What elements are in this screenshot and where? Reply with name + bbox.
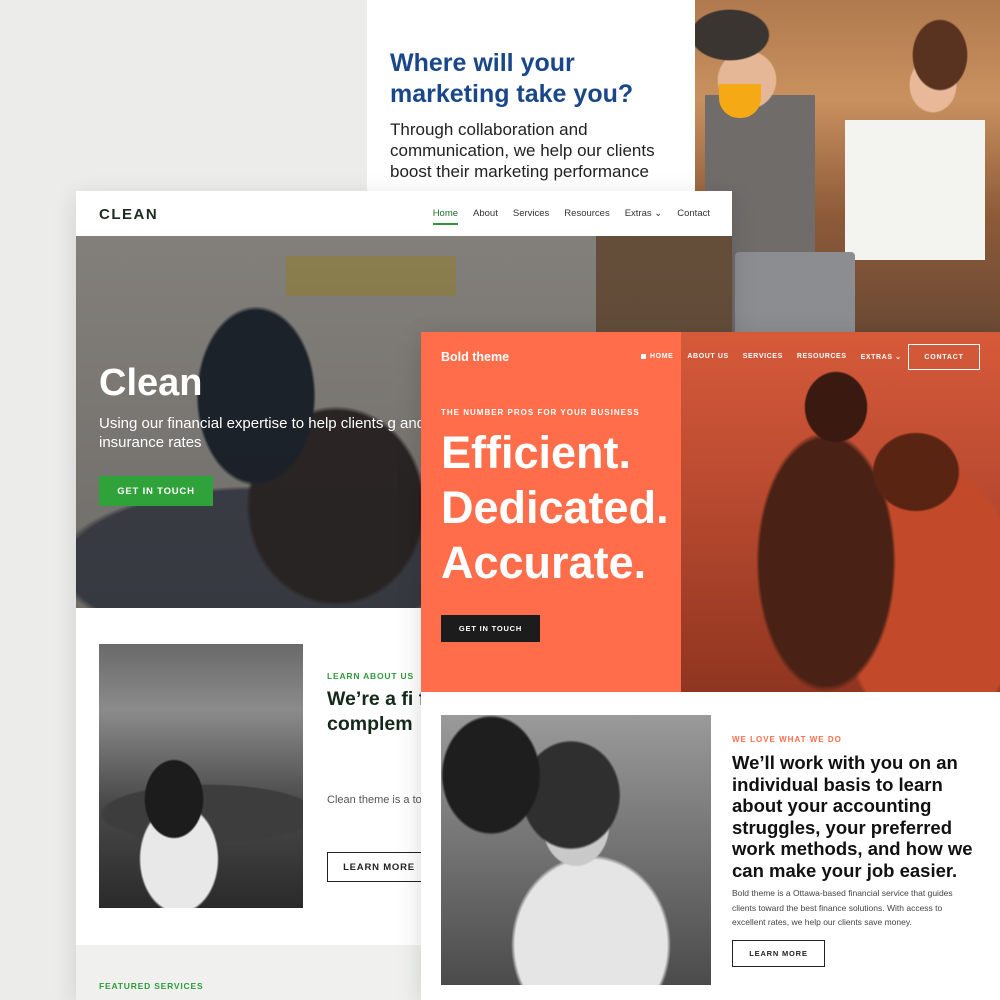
bold-handshake-photo <box>681 332 1000 692</box>
clean-hero-text: Using our financial expertise to help cl… <box>99 415 426 451</box>
clean-nav-contact[interactable]: Contact <box>677 208 710 219</box>
bold-theme-card: Bold theme HOME ABOUT US SERVICES RESOUR… <box>421 332 1000 1000</box>
bold-nav-home[interactable]: HOME <box>641 353 673 361</box>
bold-headline-line-3: Accurate. <box>441 537 647 588</box>
active-dot-icon <box>641 353 646 359</box>
bold-hero: Bold theme HOME ABOUT US SERVICES RESOUR… <box>421 332 1000 692</box>
bold-menu: HOME ABOUT US SERVICES RESOURCES EXTRAS … <box>641 353 902 361</box>
bold-nav-about[interactable]: ABOUT US <box>687 353 728 361</box>
bold-section-heading: We’ll work with you on an individual bas… <box>732 752 973 881</box>
bold-logo[interactable]: Bold theme <box>441 350 509 364</box>
clean-about-eyebrow: LEARN ABOUT US <box>327 671 414 681</box>
clean-nav-services[interactable]: Services <box>513 208 549 219</box>
bold-team-photo <box>441 715 711 985</box>
bold-section-eyebrow: WE LOVE WHAT WE DO <box>732 735 842 744</box>
bold-section-body: Bold theme is a Ottawa-based financial s… <box>732 888 953 927</box>
clean-logo[interactable]: CLEAN <box>99 206 158 223</box>
bold-contact-button[interactable]: CONTACT <box>908 344 980 370</box>
coffee-cup-image <box>719 84 761 118</box>
bold-nav-services[interactable]: SERVICES <box>743 353 783 361</box>
marketing-copy: Where will your marketing take you? Thro… <box>390 48 690 182</box>
bold-get-in-touch-button[interactable]: GET IN TOUCH <box>441 615 540 642</box>
bold-headline-line-2: Dedicated. <box>441 482 669 533</box>
bold-nav-resources[interactable]: RESOURCES <box>797 353 847 361</box>
clean-menu: Home About Services Resources Extras ⌄ C… <box>432 208 710 225</box>
clean-nav-home[interactable]: Home <box>432 208 459 225</box>
cafe-photo <box>695 0 1000 332</box>
clean-nav-resources[interactable]: Resources <box>564 208 609 219</box>
clean-meeting-photo <box>99 644 303 908</box>
bold-navbar: Bold theme HOME ABOUT US SERVICES RESOUR… <box>421 332 1000 382</box>
bold-learn-more-button[interactable]: LEARN MORE <box>732 940 825 967</box>
bold-nav-extras[interactable]: EXTRAS ⌄ <box>861 353 902 361</box>
clean-hero-title: Clean <box>99 362 203 404</box>
clean-featured-label: FEATURED SERVICES <box>99 981 204 991</box>
marketing-heading: Where will your marketing take you? <box>390 49 634 108</box>
marketing-subtext: Through collaboration and communication,… <box>390 120 655 181</box>
clean-nav-about[interactable]: About <box>473 208 498 219</box>
clean-learn-more-button[interactable]: LEARN MORE <box>327 852 431 882</box>
bold-headline-line-1: Efficient. <box>441 427 632 478</box>
laptop-image <box>735 252 855 332</box>
clean-navbar: CLEAN Home About Services Resources Extr… <box>76 191 732 236</box>
clean-nav-extras[interactable]: Extras ⌄ <box>625 208 663 219</box>
clean-get-in-touch-button[interactable]: GET IN TOUCH <box>99 476 213 506</box>
bold-hero-eyebrow: THE NUMBER PROS FOR YOUR BUSINESS <box>441 408 640 417</box>
bold-nav-home-label: HOME <box>650 353 674 360</box>
